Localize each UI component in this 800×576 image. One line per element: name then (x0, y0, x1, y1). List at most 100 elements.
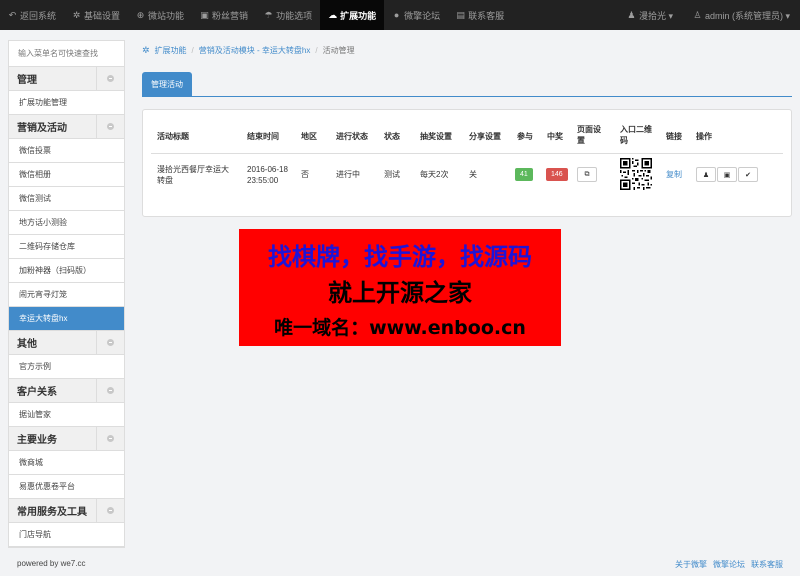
sidebar-item-extension-manage[interactable]: 扩展功能管理 (9, 91, 124, 115)
sidebar-item-official-sample[interactable]: 官方示例 (9, 355, 124, 379)
sidebar-item-lucky-wheel[interactable]: 幸运大转盘hx (9, 307, 124, 331)
col-header-ops: 操作 (696, 132, 712, 141)
breadcrumb: ✲ 扩展功能 / 营销及活动模块 - 幸运大转盘hx / 活动管理 (142, 45, 355, 56)
nav-label: 微擎论坛 (404, 10, 441, 21)
top-navbar: ↶ 返回系统 ✲ 基础设置 ⊕ 微站功能 ▣ 粉丝营销 ☂ 功能选项 ☁ 扩展功能 ● 微擎论… (0, 0, 800, 30)
participants-button[interactable]: ♟ (696, 167, 716, 182)
win-count-badge: 146 (546, 168, 568, 181)
admin-label: admin (系统管理员) ▾ (704, 10, 790, 21)
col-header-title: 活动标题 (157, 132, 189, 141)
ad-domain: 唯一域名：www.enboo.cn (274, 317, 526, 339)
sidebar-item-chat-manager[interactable]: 据讪管家 (9, 403, 124, 427)
row-title-line: 漫拾光西餐厅幸运大 (157, 165, 229, 174)
user-icon: ♟ (702, 171, 710, 179)
copy-link[interactable]: 复制 (666, 169, 682, 180)
sidebar-item-wechat-vote[interactable]: 微信投票 (9, 139, 124, 163)
check-icon: ✔ (745, 171, 751, 179)
col-header-progress: 进行状态 (336, 132, 368, 141)
nav-extensions[interactable]: ☁ 扩展功能 (320, 0, 385, 30)
sidebar-group-business[interactable]: 主要业务 (9, 427, 124, 451)
breadcrumb-module[interactable]: 营销及活动模块 - 幸运大转盘hx (199, 45, 311, 56)
col-header-region: 地区 (301, 132, 317, 141)
collapse-icon[interactable] (96, 115, 124, 138)
footer-link-support[interactable]: 联系客服 (751, 559, 783, 570)
nav-support[interactable]: ▤ 联系客服 (448, 0, 512, 30)
gear-icon: ✲ (72, 9, 81, 20)
ad-subline: 就上开源之家 (328, 279, 472, 307)
breadcrumb-separator: / (315, 46, 318, 55)
extension-icon: ☁ (328, 9, 338, 20)
col-header-qrcode-line: 入口二维 (620, 125, 652, 134)
col-header-win: 中奖 (547, 132, 563, 141)
group-title: 常用服务及工具 (17, 507, 87, 518)
sidebar-item-qrcode-store[interactable]: 二维码存储仓库 (9, 235, 124, 259)
sidebar-group-tools[interactable]: 常用服务及工具 (9, 499, 124, 523)
collapse-icon[interactable] (96, 67, 124, 90)
col-header-qrcode: 入口二维码 (620, 124, 652, 146)
menu-search-input[interactable] (18, 49, 115, 58)
sidebar-group-marketing[interactable]: 营销及活动 (9, 115, 124, 139)
chat-icon: ● (393, 10, 400, 20)
collapse-icon[interactable] (96, 499, 124, 522)
nav-back-to-system[interactable]: ↶ 返回系统 (0, 0, 64, 30)
tab-manage-activities[interactable]: 管理活动 (142, 72, 192, 97)
row-lottery: 每天2次 (420, 170, 449, 179)
admin-dropdown[interactable]: ♙ admin (系统管理员) ▾ (683, 0, 800, 30)
col-header-end-time: 结束时间 (247, 132, 279, 141)
nav-label: 扩展功能 (340, 10, 377, 21)
support-icon: ▤ (456, 9, 465, 20)
sidebar-item-wechat-test[interactable]: 微信测试 (9, 187, 124, 211)
sidebar-group-customer[interactable]: 客户关系 (9, 379, 124, 403)
cogs-icon: ✲ (142, 45, 150, 55)
nav-function-options[interactable]: ☂ 功能选项 (256, 0, 320, 30)
col-header-page-line: 置 (577, 136, 585, 145)
sidebar-item-fan-booster[interactable]: 加粉神器（扫码版） (9, 259, 124, 283)
back-icon: ↶ (8, 9, 17, 20)
row-share: 关 (469, 170, 477, 179)
sidebar-item-lantern-hunt[interactable]: 闹元宵寻灯笼 (9, 283, 124, 307)
nav-basic-settings[interactable]: ✲ 基础设置 (64, 0, 128, 30)
row-progress: 进行中 (336, 170, 360, 179)
users-icon: ▣ (200, 9, 209, 20)
nav-label: 联系客服 (468, 10, 505, 21)
sidebar-group-manage[interactable]: 管理 (9, 67, 124, 91)
row-title-line: 转盘 (157, 176, 173, 185)
menu-search-box (9, 41, 124, 67)
row-status: 测试 (384, 170, 400, 179)
confirm-button[interactable]: ✔ (738, 167, 758, 182)
sidebar-item-wechat-album[interactable]: 微信相册 (9, 163, 124, 187)
nav-label: 微站功能 (148, 10, 185, 21)
account-label: 漫拾光 ▾ (638, 10, 673, 21)
group-title: 客户关系 (17, 387, 57, 398)
collapse-icon[interactable] (96, 379, 124, 402)
nav-fan-marketing[interactable]: ▣ 粉丝营销 (192, 0, 256, 30)
account-dropdown[interactable]: ♟ 漫拾光 ▾ (617, 0, 683, 30)
row-end-clock: 23:55:00 (247, 176, 279, 185)
nav-label: 功能选项 (276, 10, 313, 21)
sidebar-item-dialect-quiz[interactable]: 地方话小测验 (9, 211, 124, 235)
prizes-button[interactable]: ▣ (717, 167, 737, 182)
breadcrumb-root[interactable]: 扩展功能 (155, 45, 187, 56)
nav-micro-site[interactable]: ⊕ 微站功能 (128, 0, 192, 30)
nav-label: 基础设置 (84, 10, 121, 21)
group-title: 主要业务 (17, 435, 57, 446)
gift-icon: ▣ (723, 171, 731, 179)
collapse-icon[interactable] (96, 427, 124, 450)
row-region: 否 (301, 170, 309, 179)
group-title: 管理 (17, 75, 37, 86)
sidebar-item-store-nav[interactable]: 门店导航 (9, 523, 124, 547)
sidebar-group-other[interactable]: 其他 (9, 331, 124, 355)
page-settings-button[interactable]: ⧉ (577, 167, 597, 182)
collapse-icon[interactable] (96, 331, 124, 354)
nav-forum[interactable]: ● 微擎论坛 (384, 0, 448, 30)
footer-powered-by: powered by we7.cc (17, 559, 86, 568)
nav-label: 返回系统 (20, 10, 57, 21)
sidebar-item-micro-mall[interactable]: 微商城 (9, 451, 124, 475)
footer-link-forum[interactable]: 微擎论坛 (713, 559, 745, 570)
group-title: 其他 (17, 339, 37, 350)
header-divider (151, 153, 783, 154)
activity-table: 活动标题 结束时间 地区 进行状态 状态 抽奖设置 分享设置 参与 中奖 页面设… (142, 109, 792, 217)
sidebar-item-coupon-platform[interactable]: 易惠优惠卷平台 (9, 475, 124, 499)
footer-link-about[interactable]: 关于微擎 (675, 559, 707, 570)
col-header-link: 链接 (666, 132, 682, 141)
